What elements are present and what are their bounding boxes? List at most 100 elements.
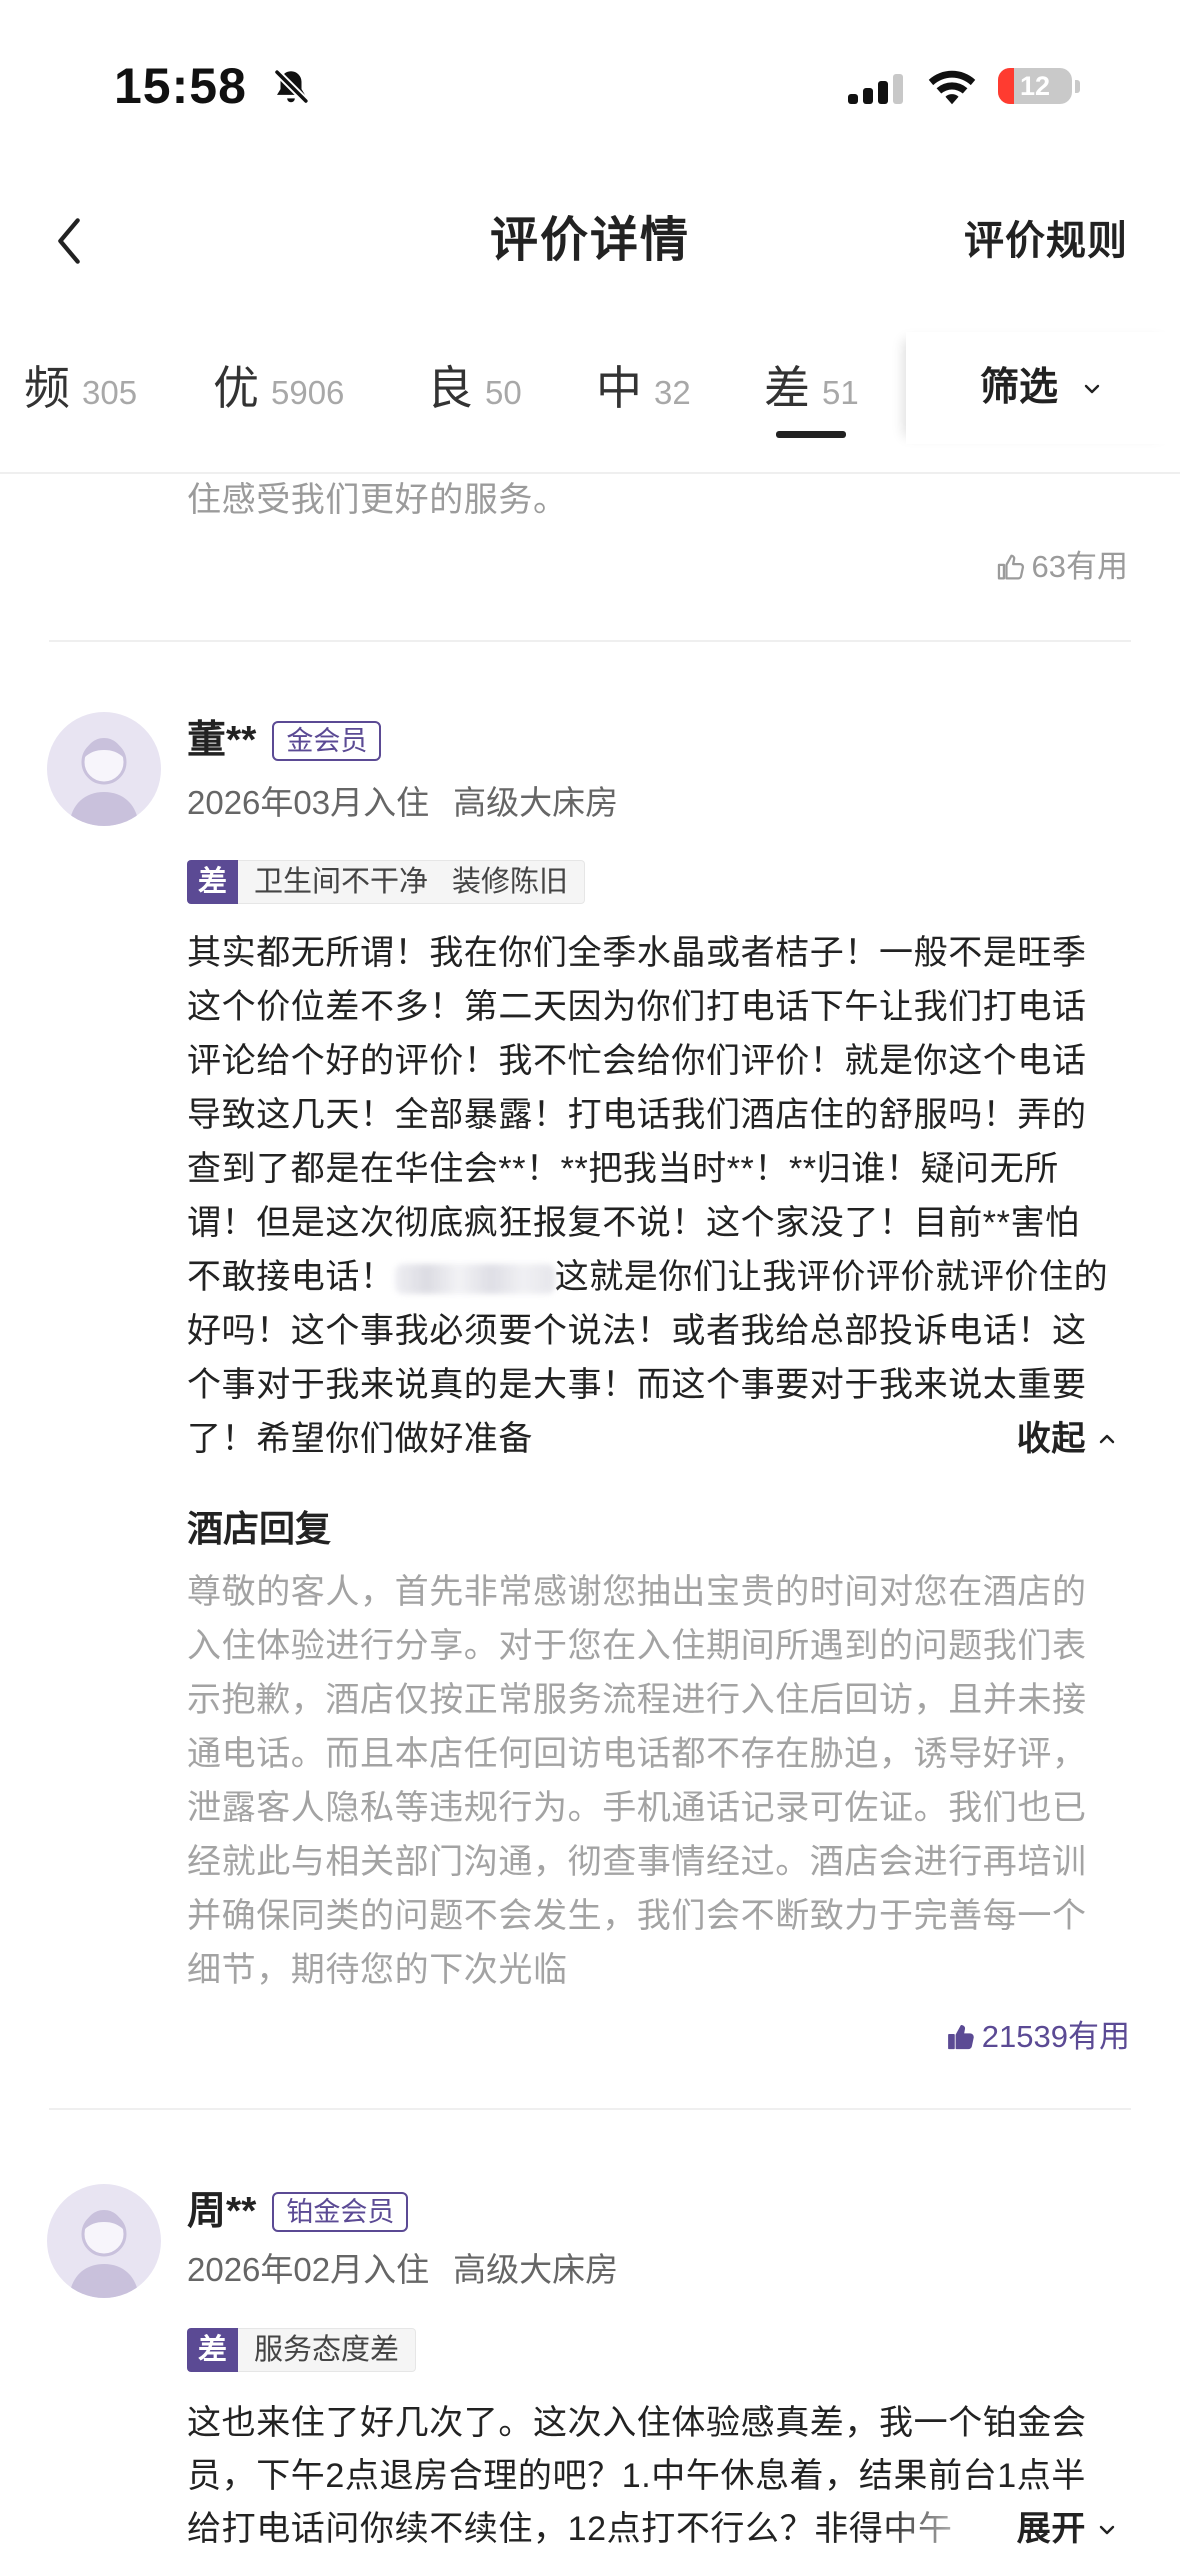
stay-info: 2026年02月入住 高级大床房 xyxy=(187,2250,618,2290)
tab-label: 差 xyxy=(764,362,810,414)
room-type: 高级大床房 xyxy=(453,2251,619,2288)
reviewer-row: 董** 金会员 xyxy=(187,716,382,766)
tab-average[interactable]: 中 32 xyxy=(596,358,691,418)
rating-tab-bar: 频 305 优 5906 良 50 中 32 差 51 xyxy=(0,332,906,444)
tab-count: 51 xyxy=(822,374,859,411)
tab-label: 良 xyxy=(427,362,473,414)
review-body: 其实都无所谓！我在你们全季水晶或者桔子！一般不是旺季 这个价位差不多！第二天因为… xyxy=(187,926,1132,1466)
stay-date: 2026年02月入住 xyxy=(187,2251,430,2288)
tab-excellent[interactable]: 优 5906 xyxy=(213,358,344,418)
default-user-avatar xyxy=(69,738,139,826)
reply-line: 入住体验进行分享。对于您在入住期间所遇到的问题我们表 xyxy=(187,1627,1087,1665)
chevron-down-icon xyxy=(1099,2525,1115,2534)
tab-count: 32 xyxy=(654,374,691,411)
collapse-button[interactable]: 收起 xyxy=(1010,1412,1118,1466)
review-line-segment: 不敢接电话！ xyxy=(187,1258,395,1296)
review-line-segment: 这就是你们让我评价评价就评价住的 xyxy=(554,1258,1109,1296)
default-user-avatar xyxy=(69,2210,139,2298)
review-line: 谓！但是这次彻底疯狂报复不说！这个家没了！目前**害怕 xyxy=(187,1204,1080,1242)
tag-box: 卫生间不干净 装修陈旧 xyxy=(238,860,586,904)
chevron-down-icon xyxy=(1084,384,1100,394)
review-line: 了！希望你们做好准备 xyxy=(187,1420,533,1458)
reply-line: 示抱歉，酒店仅按正常服务流程进行入住后回访，且并未接 xyxy=(187,1681,1087,1719)
tab-good[interactable]: 良 50 xyxy=(427,358,522,418)
chevron-up-icon xyxy=(1099,1434,1115,1444)
battery-percent: 12 xyxy=(1019,71,1051,101)
tab-count: 50 xyxy=(485,374,522,411)
expand-button[interactable]: 展开 xyxy=(1010,2503,1118,2556)
helpful-count: 63有用 xyxy=(1031,549,1128,584)
rating-badge: 差 xyxy=(187,860,238,904)
tab-label: 优 xyxy=(213,362,259,414)
review-line-last: 给打电话问你续不续住，12点打不行么？非得中午 展开 xyxy=(187,2503,1132,2556)
reply-line: 并确保同类的问题不会发生，我们会不断致力于完善每一个 xyxy=(187,1897,1087,1935)
tab-count: 5906 xyxy=(271,374,345,411)
reply-line: 泄露客人隐私等违规行为。手机通话记录可佐证。我们也已 xyxy=(187,1789,1087,1827)
tab-label: 频 xyxy=(24,362,70,414)
review-tags: 差 卫生间不干净 装修陈旧 xyxy=(187,860,586,904)
review-line-last: 了！希望你们做好准备 收起 xyxy=(187,1412,1132,1466)
reply-line: 细节，期待您的下次光临 xyxy=(187,1951,568,1989)
battery-icon: 12 xyxy=(998,68,1072,104)
review-line: 导致这几天！全部暴露！打电话我们酒店住的舒服吗！弄的 xyxy=(187,1096,1087,1134)
tab-count: 305 xyxy=(82,374,138,411)
hotel-reply-body: 尊敬的客人，首先非常感谢您抽出宝贵的时间对您在酒店的 入住体验进行分享。对于您在… xyxy=(187,1565,1132,1997)
text-fade-overlay xyxy=(882,2503,1012,2556)
helpful-button[interactable]: 21539有用 xyxy=(944,2017,1130,2057)
review-tags: 差 服务态度差 xyxy=(187,2328,417,2372)
thumbs-up-icon xyxy=(997,554,1024,580)
tab-bar-divider xyxy=(0,472,1180,474)
review-divider xyxy=(49,2108,1131,2110)
review-rules-link[interactable]: 评价规则 xyxy=(964,216,1128,266)
review-tag: 装修陈旧 xyxy=(452,866,569,898)
previous-reply-tail: 住感受我们更好的服务。 xyxy=(187,481,568,519)
hotel-reply-title: 酒店回复 xyxy=(187,1508,332,1549)
review-line: 员，下午2点退房合理的吧？1.中午休息着，结果前台1点半 xyxy=(187,2457,1086,2495)
tab-label: 中 xyxy=(596,362,642,414)
room-type: 高级大床房 xyxy=(453,784,619,821)
review-line: 其实都无所谓！我在你们全季水晶或者桔子！一般不是旺季 xyxy=(187,934,1087,972)
reply-line: 通电话。而且本店任何回访电话都不存在胁迫，诱导好评， xyxy=(187,1735,1087,1773)
review-line: 不敢接电话！ 这就是你们让我评价评价就评价住的 xyxy=(187,1250,1132,1304)
cellular-signal-icon xyxy=(848,74,903,104)
bell-slash-icon xyxy=(273,68,310,105)
review-tag: 服务态度差 xyxy=(254,2334,400,2366)
filter-label: 筛选 xyxy=(980,366,1059,409)
review-body: 这也来住了好几次了。这次入住体验感真差，我一个铂金会 员，下午2点退房合理的吧？… xyxy=(187,2397,1132,2556)
filter-button[interactable]: 筛选 xyxy=(906,332,1180,444)
collapse-label: 收起 xyxy=(1016,1420,1086,1458)
review-line: 给打电话问你续不续住，12点打不行么？非得中午 xyxy=(187,2510,953,2548)
avatar xyxy=(47,712,161,826)
reviewer-name: 董** xyxy=(187,719,257,762)
reviewer-name: 周** xyxy=(187,2190,257,2233)
stay-info: 2026年03月入住 高级大床房 xyxy=(187,783,618,823)
review-line: 好吗！这个事我必须要个说法！或者我给总部投诉电话！这 xyxy=(187,1312,1087,1350)
member-badge: 金会员 xyxy=(272,721,382,761)
battery-nub xyxy=(1075,80,1080,93)
avatar xyxy=(47,2184,161,2298)
status-time: 15:58 xyxy=(114,58,247,114)
member-badge: 铂金会员 xyxy=(272,2192,409,2232)
review-divider xyxy=(49,640,1131,642)
stay-date: 2026年03月入住 xyxy=(187,784,430,821)
review-line: 这也来住了好几次了。这次入住体验感真差，我一个铂金会 xyxy=(187,2404,1087,2442)
reply-line: 经就此与相关部门沟通，彻查事情经过。酒店会进行再培训 xyxy=(187,1843,1087,1881)
review-line: 评论给个好的评价！我不忙会给你们评价！就是你这个电话 xyxy=(187,1042,1087,1080)
review-line: 个事对于我来说真的是大事！而这个事要对于我来说太重要 xyxy=(187,1366,1087,1404)
tag-box: 服务态度差 xyxy=(238,2328,417,2372)
blurred-redaction xyxy=(394,1264,555,1295)
review-line: 这个价位差不多！第二天因为你们打电话下午让我们打电话 xyxy=(187,988,1087,1026)
rating-badge: 差 xyxy=(187,2328,238,2372)
tab-video[interactable]: 频 305 xyxy=(24,358,137,418)
helpful-count: 21539有用 xyxy=(981,2019,1130,2054)
previous-helpful-button[interactable]: 63有用 xyxy=(994,547,1128,587)
thumbs-up-icon xyxy=(947,2024,974,2050)
tab-poor[interactable]: 差 51 xyxy=(764,358,859,438)
expand-label: 展开 xyxy=(1016,2510,1086,2548)
review-tag: 卫生间不干净 xyxy=(254,866,429,898)
reviewer-row: 周** 铂金会员 xyxy=(187,2187,409,2237)
tab-selected-indicator xyxy=(776,431,847,438)
wifi-icon xyxy=(928,70,976,105)
review-line: 查到了都是在华住会**！**把我当时**！**归谁！疑问无所 xyxy=(187,1150,1059,1188)
reply-line: 尊敬的客人，首先非常感谢您抽出宝贵的时间对您在酒店的 xyxy=(187,1573,1087,1611)
